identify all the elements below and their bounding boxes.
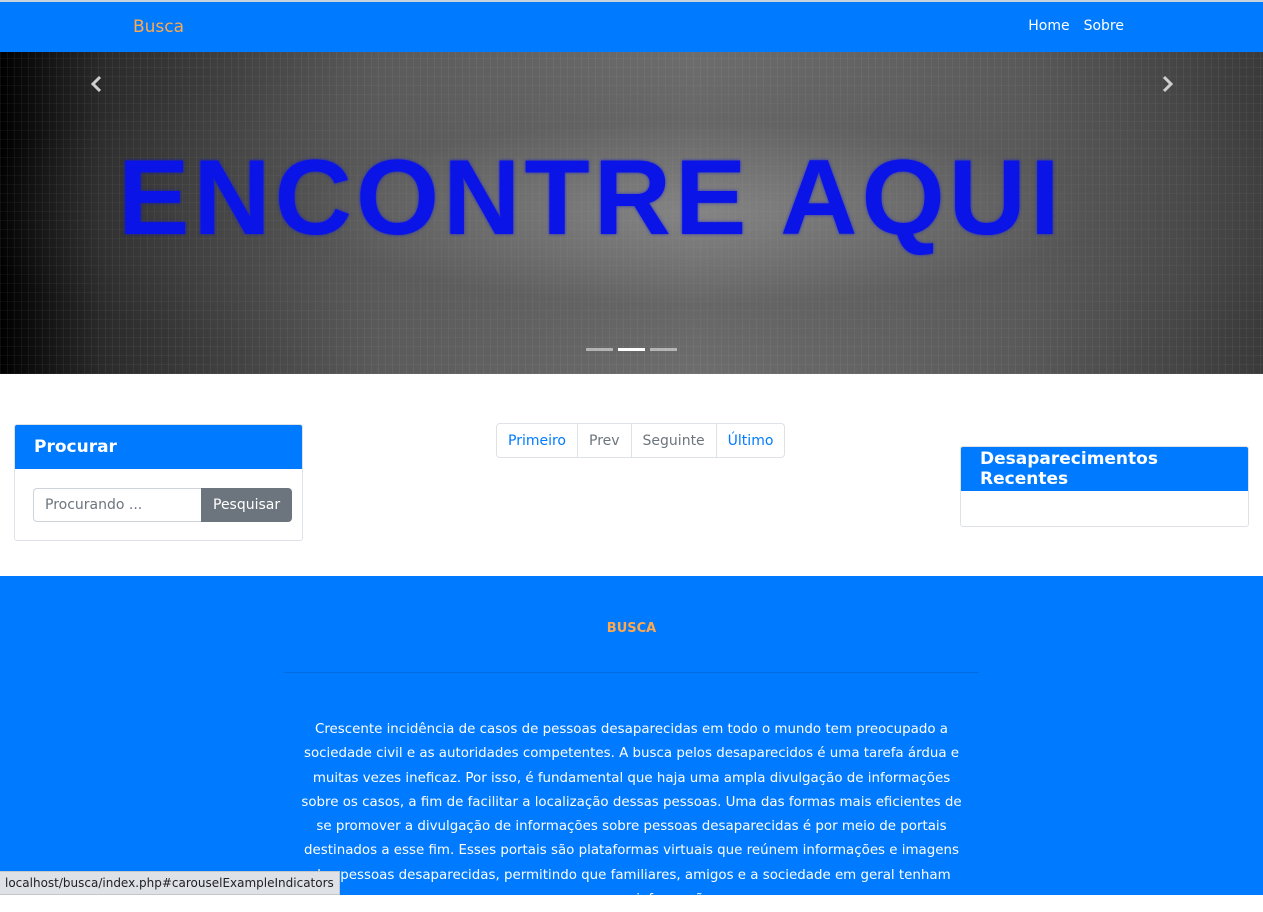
recent-card-title: Desaparecimentos Recentes xyxy=(961,447,1248,491)
hero-carousel: ENCONTRE AQUI xyxy=(0,52,1263,374)
search-button[interactable]: Pesquisar xyxy=(201,488,293,522)
footer-divider xyxy=(284,672,979,673)
footer-title: BUSCA xyxy=(606,621,657,636)
recent-disappearances-card: Desaparecimentos Recentes xyxy=(960,446,1249,527)
navbar: Busca Home Sobre xyxy=(0,2,1263,52)
carousel-indicator-3[interactable] xyxy=(650,348,677,351)
chevron-right-icon xyxy=(1162,75,1174,93)
carousel-next-button[interactable] xyxy=(1156,72,1180,96)
pagination: Primeiro Prev Seguinte Último xyxy=(496,423,786,458)
footer: BUSCA Crescente incidência de casos de p… xyxy=(0,576,1263,907)
carousel-indicator-2[interactable] xyxy=(618,348,645,351)
carousel-prev-button[interactable] xyxy=(84,72,108,96)
carousel-indicators xyxy=(586,348,677,351)
carousel-slide-text: ENCONTRE AQUI xyxy=(118,137,1064,257)
chevron-left-icon xyxy=(90,75,102,93)
search-form: Pesquisar xyxy=(33,488,293,522)
search-card: Procurar Pesquisar xyxy=(14,424,303,541)
search-card-title: Procurar xyxy=(15,425,302,469)
nav-link-home[interactable]: Home xyxy=(1028,18,1069,34)
browser-status-bar: localhost/busca/index.php#carouselExampl… xyxy=(0,871,340,895)
navbar-brand[interactable]: Busca xyxy=(133,17,184,37)
search-input[interactable] xyxy=(33,488,201,522)
nav-links: Home Sobre xyxy=(1028,18,1124,34)
pagination-first[interactable]: Primeiro xyxy=(497,424,577,457)
carousel-indicator-1[interactable] xyxy=(586,348,613,351)
pagination-last[interactable]: Último xyxy=(715,424,785,457)
nav-link-sobre[interactable]: Sobre xyxy=(1084,18,1124,34)
footer-description: Crescente incidência de casos de pessoas… xyxy=(301,722,962,908)
pagination-prev[interactable]: Prev xyxy=(577,424,631,457)
pagination-next[interactable]: Seguinte xyxy=(630,424,716,457)
